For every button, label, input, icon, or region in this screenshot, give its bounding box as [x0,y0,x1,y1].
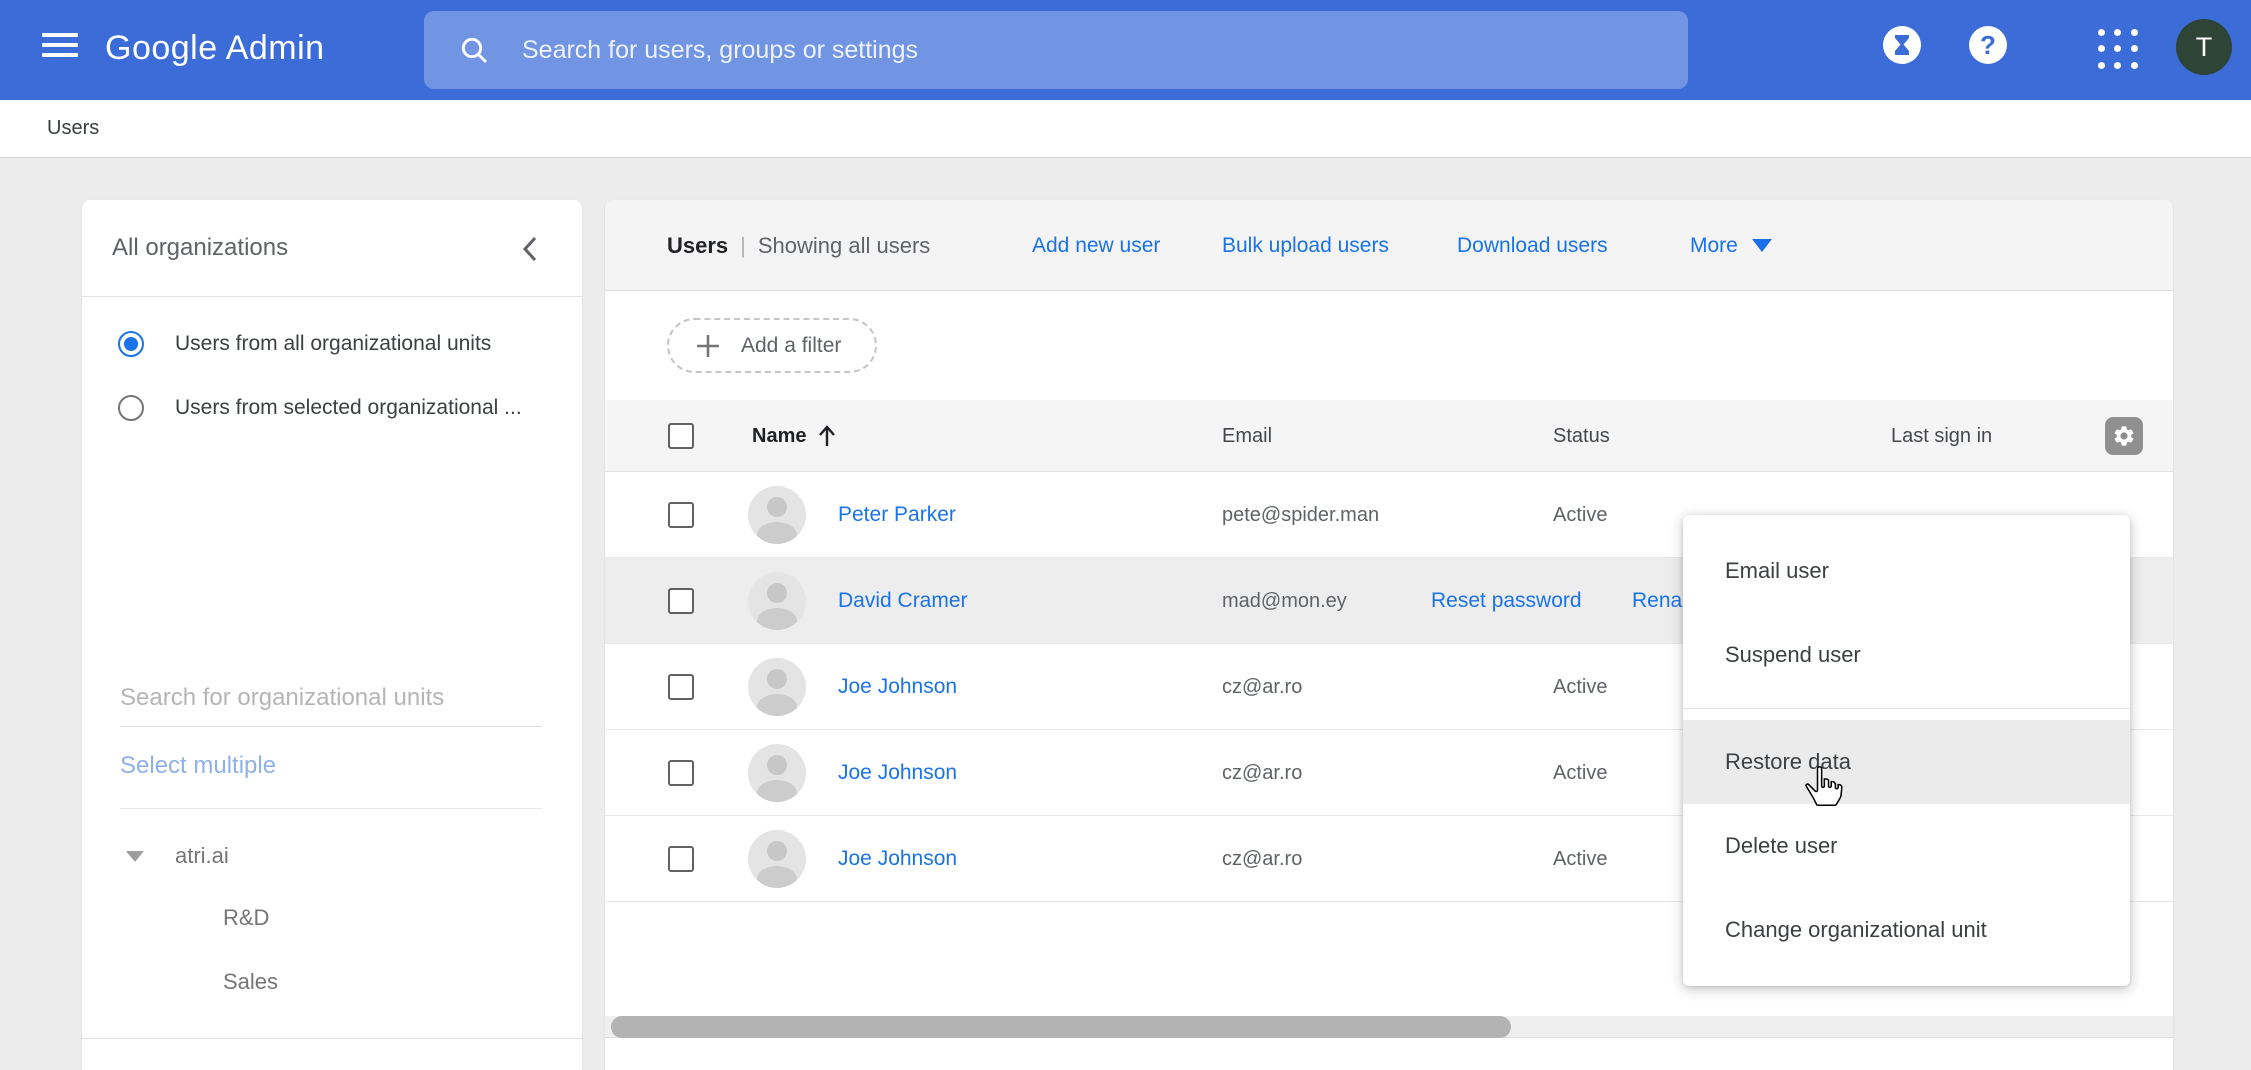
sidebar-bottom-divider [82,1038,582,1039]
select-multiple-link[interactable]: Select multiple [120,752,276,780]
search-icon [458,34,490,66]
user-avatar-icon [748,658,806,716]
table-header: Name Email Status Last sign in [605,400,2173,472]
user-actions-context-menu: Email user Suspend user Restore data Del… [1683,515,2130,986]
org-tree-item-rd[interactable]: R&D [223,905,269,931]
top-app-bar: Google Admin Search for users, groups or… [0,0,2251,100]
user-name-link[interactable]: Joe Johnson [838,644,957,730]
user-name-link[interactable]: Joe Johnson [838,816,957,902]
download-users-link[interactable]: Download users [1457,200,1608,291]
menu-item-suspend-user[interactable]: Suspend user [1683,613,2130,697]
more-label: More [1690,234,1738,258]
bulk-upload-users-link[interactable]: Bulk upload users [1222,200,1389,291]
hand-cursor-icon [1801,764,1845,808]
global-search-input[interactable]: Search for users, groups or settings [424,11,1688,89]
rename-user-link[interactable]: Rena [1632,558,1682,644]
org-units-search-input[interactable]: Search for organizational units [120,684,542,727]
user-status: Active [1553,472,1607,558]
radio-label: Users from all organizational units [175,332,491,356]
organizations-panel-header: All organizations [82,200,582,297]
menu-item-delete-user[interactable]: Delete user [1683,804,2130,888]
column-header-status[interactable]: Status [1553,400,1610,472]
user-avatar-icon [748,572,806,630]
search-placeholder: Search for users, groups or settings [522,36,918,65]
help-glyph: ? [1980,30,1996,61]
title-separator: | [740,233,746,259]
menu-divider [1683,708,2130,709]
menu-item-change-org-unit[interactable]: Change organizational unit [1683,888,2130,972]
gear-icon [2112,424,2136,448]
add-new-user-link[interactable]: Add new user [1032,200,1160,291]
row-checkbox[interactable] [668,760,694,786]
add-filter-label: Add a filter [741,334,841,358]
column-settings-button[interactable] [2105,417,2143,455]
more-menu-button[interactable]: More [1690,200,1772,291]
scrollbar-thumb[interactable] [611,1016,1511,1038]
organizations-panel: All organizations Users from all organiz… [82,200,582,1070]
user-avatar-icon [748,486,806,544]
sort-ascending-icon [818,425,836,447]
column-header-email[interactable]: Email [1222,400,1272,472]
row-checkbox[interactable] [668,674,694,700]
radio-selected-org-units[interactable]: Users from selected organizational ... [118,395,522,421]
hamburger-menu-icon[interactable] [42,33,80,67]
user-status: Active [1553,730,1607,816]
radio-all-org-units[interactable]: Users from all organizational units [118,331,491,357]
apps-grid-icon[interactable] [2098,29,2140,71]
row-checkbox[interactable] [668,502,694,528]
row-checkbox[interactable] [668,846,694,872]
user-email: cz@ar.ro [1222,644,1302,730]
user-name-link[interactable]: David Cramer [838,558,968,644]
users-panel-header: Users | Showing all users Add new user B… [605,200,2173,291]
filter-row: Add a filter [605,291,2173,400]
plus-icon [695,333,721,359]
user-status: Active [1553,816,1607,902]
radio-unselected-icon [118,395,144,421]
tree-expand-icon[interactable] [126,851,144,862]
user-name-link[interactable]: Peter Parker [838,472,956,558]
organizations-title: All organizations [112,234,288,262]
user-name-link[interactable]: Joe Johnson [838,730,957,816]
collapse-panel-icon[interactable] [520,234,540,269]
user-email: pete@spider.man [1222,472,1379,558]
avatar-letter: T [2196,32,2213,63]
hourglass-icon[interactable] [1883,26,1921,64]
column-header-last-sign-in[interactable]: Last sign in [1891,400,1992,472]
app-logo: Google Admin [105,29,325,68]
user-email: cz@ar.ro [1222,816,1302,902]
user-status: Active [1553,644,1607,730]
menu-item-restore-data[interactable]: Restore data [1683,720,2130,804]
org-tree-item-sales[interactable]: Sales [223,969,278,995]
user-avatar-icon [748,830,806,888]
title-secondary: Showing all users [758,233,930,259]
org-root-label: atri.ai [175,843,229,869]
horizontal-scrollbar[interactable] [605,1016,2173,1038]
help-icon[interactable]: ? [1969,26,2007,64]
sidebar-divider [120,808,542,809]
radio-label: Users from selected organizational ... [175,396,522,420]
breadcrumb-bar: Users [0,100,2251,158]
add-filter-button[interactable]: Add a filter [667,318,877,373]
radio-selected-icon [118,331,144,357]
breadcrumb[interactable]: Users [47,117,99,140]
org-tree-root[interactable]: atri.ai [126,843,229,869]
account-avatar[interactable]: T [2176,19,2232,75]
column-name-label: Name [752,425,806,448]
chevron-down-icon [1752,239,1772,252]
column-header-name[interactable]: Name [752,400,836,472]
user-email: cz@ar.ro [1222,730,1302,816]
select-all-checkbox[interactable] [668,423,694,449]
user-email: mad@mon.ey [1222,558,1347,644]
page-title: Users | Showing all users [667,200,930,291]
row-checkbox[interactable] [668,588,694,614]
user-avatar-icon [748,744,806,802]
title-primary: Users [667,233,728,259]
menu-item-email-user[interactable]: Email user [1683,529,2130,613]
reset-password-link[interactable]: Reset password [1431,558,1582,644]
